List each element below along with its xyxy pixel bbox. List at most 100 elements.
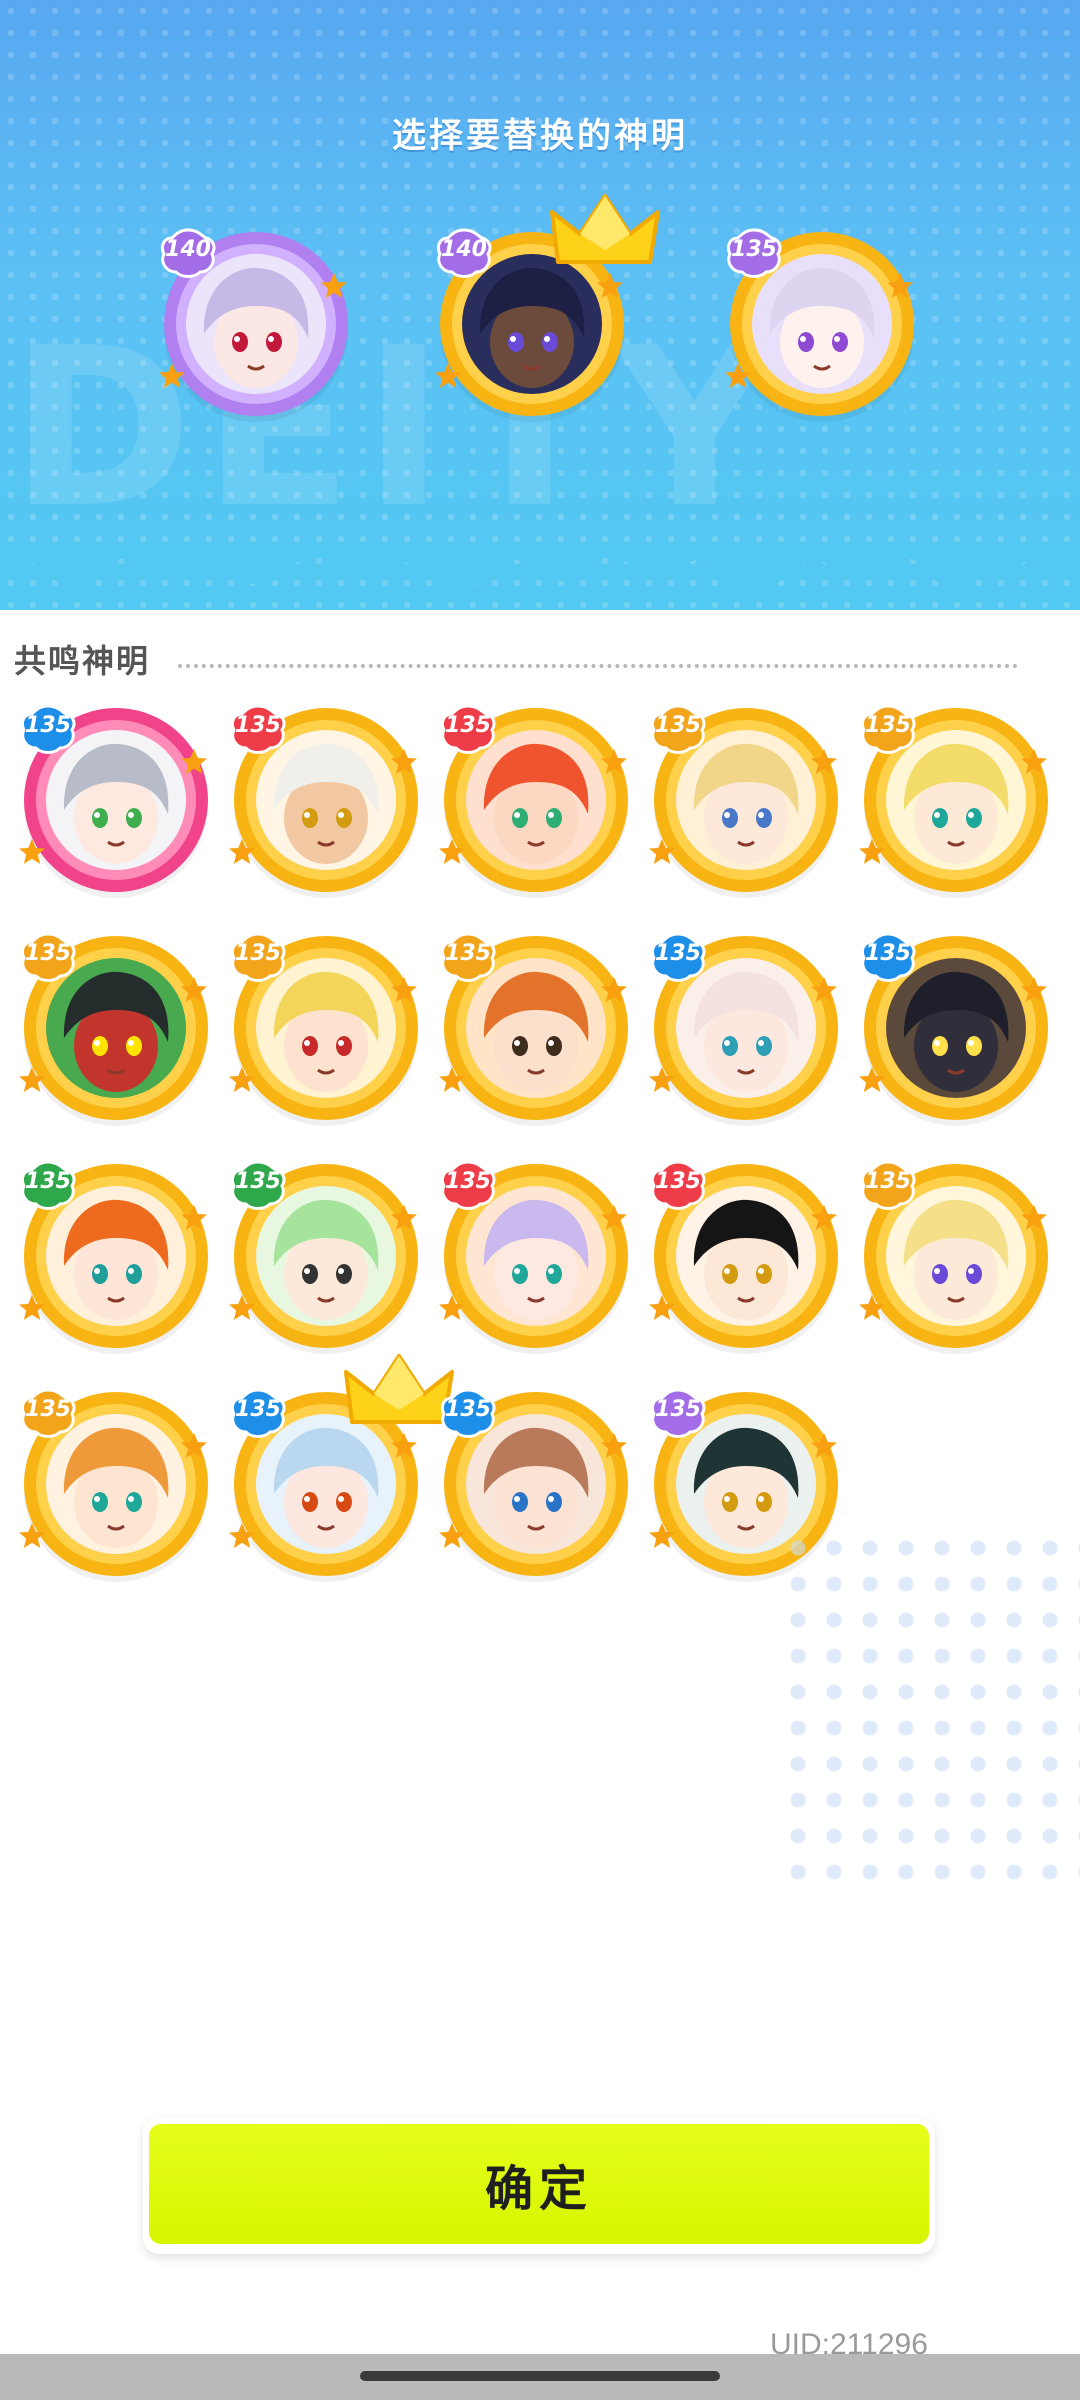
confirm-button[interactable]: 确定 bbox=[143, 2118, 935, 2254]
star-icon bbox=[648, 1066, 676, 1094]
selected-deity-2[interactable]: 140 bbox=[435, 194, 660, 428]
level-number: 135 bbox=[445, 713, 491, 738]
level-number: 135 bbox=[445, 1169, 491, 1194]
star-icon bbox=[158, 362, 186, 390]
level-number: 135 bbox=[655, 941, 701, 966]
resonance-deity-18[interactable]: 135 bbox=[439, 1388, 640, 1588]
resonance-deity-3[interactable]: 135 bbox=[439, 704, 640, 904]
level-badge: 135 bbox=[230, 704, 286, 754]
star-icon bbox=[1020, 976, 1048, 1004]
star-icon bbox=[810, 976, 838, 1004]
star-icon bbox=[724, 362, 752, 390]
star-icon bbox=[180, 976, 208, 1004]
resonance-deity-4[interactable]: 135 bbox=[649, 704, 850, 904]
banner-decoration: DEITY bbox=[10, 300, 785, 556]
resonance-deity-10[interactable]: 135 bbox=[859, 932, 1060, 1132]
drip-divider bbox=[0, 545, 1080, 597]
star-icon bbox=[438, 1522, 466, 1550]
page-title: 选择要替换的神明 bbox=[392, 116, 688, 156]
star-icon bbox=[18, 838, 46, 866]
level-badge: 135 bbox=[230, 932, 286, 982]
level-badge: 135 bbox=[440, 704, 496, 754]
star-icon bbox=[434, 362, 462, 390]
resonance-deity-2[interactable]: 135 bbox=[229, 704, 430, 904]
level-number: 135 bbox=[445, 1397, 491, 1422]
resonance-deity-5[interactable]: 135 bbox=[859, 704, 1060, 904]
level-badge: 135 bbox=[726, 228, 782, 278]
star-icon bbox=[228, 1066, 256, 1094]
star-icon bbox=[648, 838, 676, 866]
resonance-deity-1[interactable]: 135 bbox=[19, 704, 220, 904]
section-title: 共鸣神明 bbox=[14, 642, 151, 680]
level-number: 135 bbox=[235, 941, 281, 966]
selected-deity-3[interactable]: 135 bbox=[725, 228, 926, 428]
star-icon bbox=[390, 976, 418, 1004]
resonance-deity-11[interactable]: 135 bbox=[19, 1160, 220, 1360]
level-number: 135 bbox=[235, 1169, 281, 1194]
resonance-deity-16[interactable]: 135 bbox=[19, 1388, 220, 1588]
level-badge: 135 bbox=[20, 1160, 76, 1210]
star-icon bbox=[810, 1204, 838, 1232]
level-number: 135 bbox=[235, 1397, 281, 1422]
level-badge: 135 bbox=[20, 932, 76, 982]
resonance-deity-7[interactable]: 135 bbox=[229, 932, 430, 1132]
star-icon bbox=[1020, 1204, 1048, 1232]
level-badge: 135 bbox=[860, 1160, 916, 1210]
level-badge: 135 bbox=[20, 704, 76, 754]
star-icon bbox=[810, 1432, 838, 1460]
crown-icon bbox=[550, 192, 660, 272]
resonance-deity-17[interactable]: 135 bbox=[229, 1354, 454, 1588]
level-badge: 135 bbox=[860, 932, 916, 982]
star-icon bbox=[228, 1294, 256, 1322]
resonance-deity-8[interactable]: 135 bbox=[439, 932, 640, 1132]
star-icon bbox=[180, 748, 208, 776]
star-icon bbox=[886, 272, 914, 300]
star-icon bbox=[390, 1204, 418, 1232]
resonance-deity-15[interactable]: 135 bbox=[859, 1160, 1060, 1360]
level-number: 135 bbox=[731, 237, 777, 262]
star-icon bbox=[858, 1294, 886, 1322]
resonance-deity-6[interactable]: 135 bbox=[19, 932, 220, 1132]
star-icon bbox=[390, 1432, 418, 1460]
star-icon bbox=[320, 272, 348, 300]
resonance-deity-12[interactable]: 135 bbox=[229, 1160, 430, 1360]
level-badge: 135 bbox=[440, 932, 496, 982]
level-badge: 135 bbox=[650, 1388, 706, 1438]
star-icon bbox=[600, 1432, 628, 1460]
level-badge: 135 bbox=[860, 704, 916, 754]
resonance-deity-9[interactable]: 135 bbox=[649, 932, 850, 1132]
level-badge: 135 bbox=[440, 1160, 496, 1210]
level-number: 135 bbox=[655, 1397, 701, 1422]
level-number: 135 bbox=[655, 713, 701, 738]
star-icon bbox=[596, 272, 624, 300]
level-badge: 135 bbox=[230, 1160, 286, 1210]
star-icon bbox=[438, 838, 466, 866]
star-icon bbox=[18, 1066, 46, 1094]
resonance-deity-14[interactable]: 135 bbox=[649, 1160, 850, 1360]
level-badge: 135 bbox=[230, 1388, 286, 1438]
star-icon bbox=[180, 1204, 208, 1232]
star-icon bbox=[18, 1522, 46, 1550]
level-badge: 135 bbox=[650, 704, 706, 754]
level-badge: 135 bbox=[650, 932, 706, 982]
level-number: 135 bbox=[25, 1169, 71, 1194]
resonance-deity-13[interactable]: 135 bbox=[439, 1160, 640, 1360]
star-icon bbox=[228, 1522, 256, 1550]
level-number: 135 bbox=[25, 1397, 71, 1422]
level-badge: 135 bbox=[650, 1160, 706, 1210]
selected-deity-1[interactable]: 140 bbox=[159, 228, 360, 428]
star-icon bbox=[858, 1066, 886, 1094]
star-icon bbox=[438, 1294, 466, 1322]
level-number: 135 bbox=[655, 1169, 701, 1194]
level-number: 135 bbox=[865, 941, 911, 966]
confirm-button-label: 确定 bbox=[149, 2124, 929, 2244]
background-dot-pattern bbox=[780, 1530, 1080, 1890]
home-indicator[interactable] bbox=[360, 2371, 720, 2381]
header-banner: DEITY 选择要替换的神明 140 140 135 bbox=[0, 0, 1080, 610]
star-icon bbox=[648, 1294, 676, 1322]
level-badge: 135 bbox=[20, 1388, 76, 1438]
star-icon bbox=[390, 748, 418, 776]
star-icon bbox=[600, 748, 628, 776]
level-number: 135 bbox=[865, 713, 911, 738]
star-icon bbox=[438, 1066, 466, 1094]
